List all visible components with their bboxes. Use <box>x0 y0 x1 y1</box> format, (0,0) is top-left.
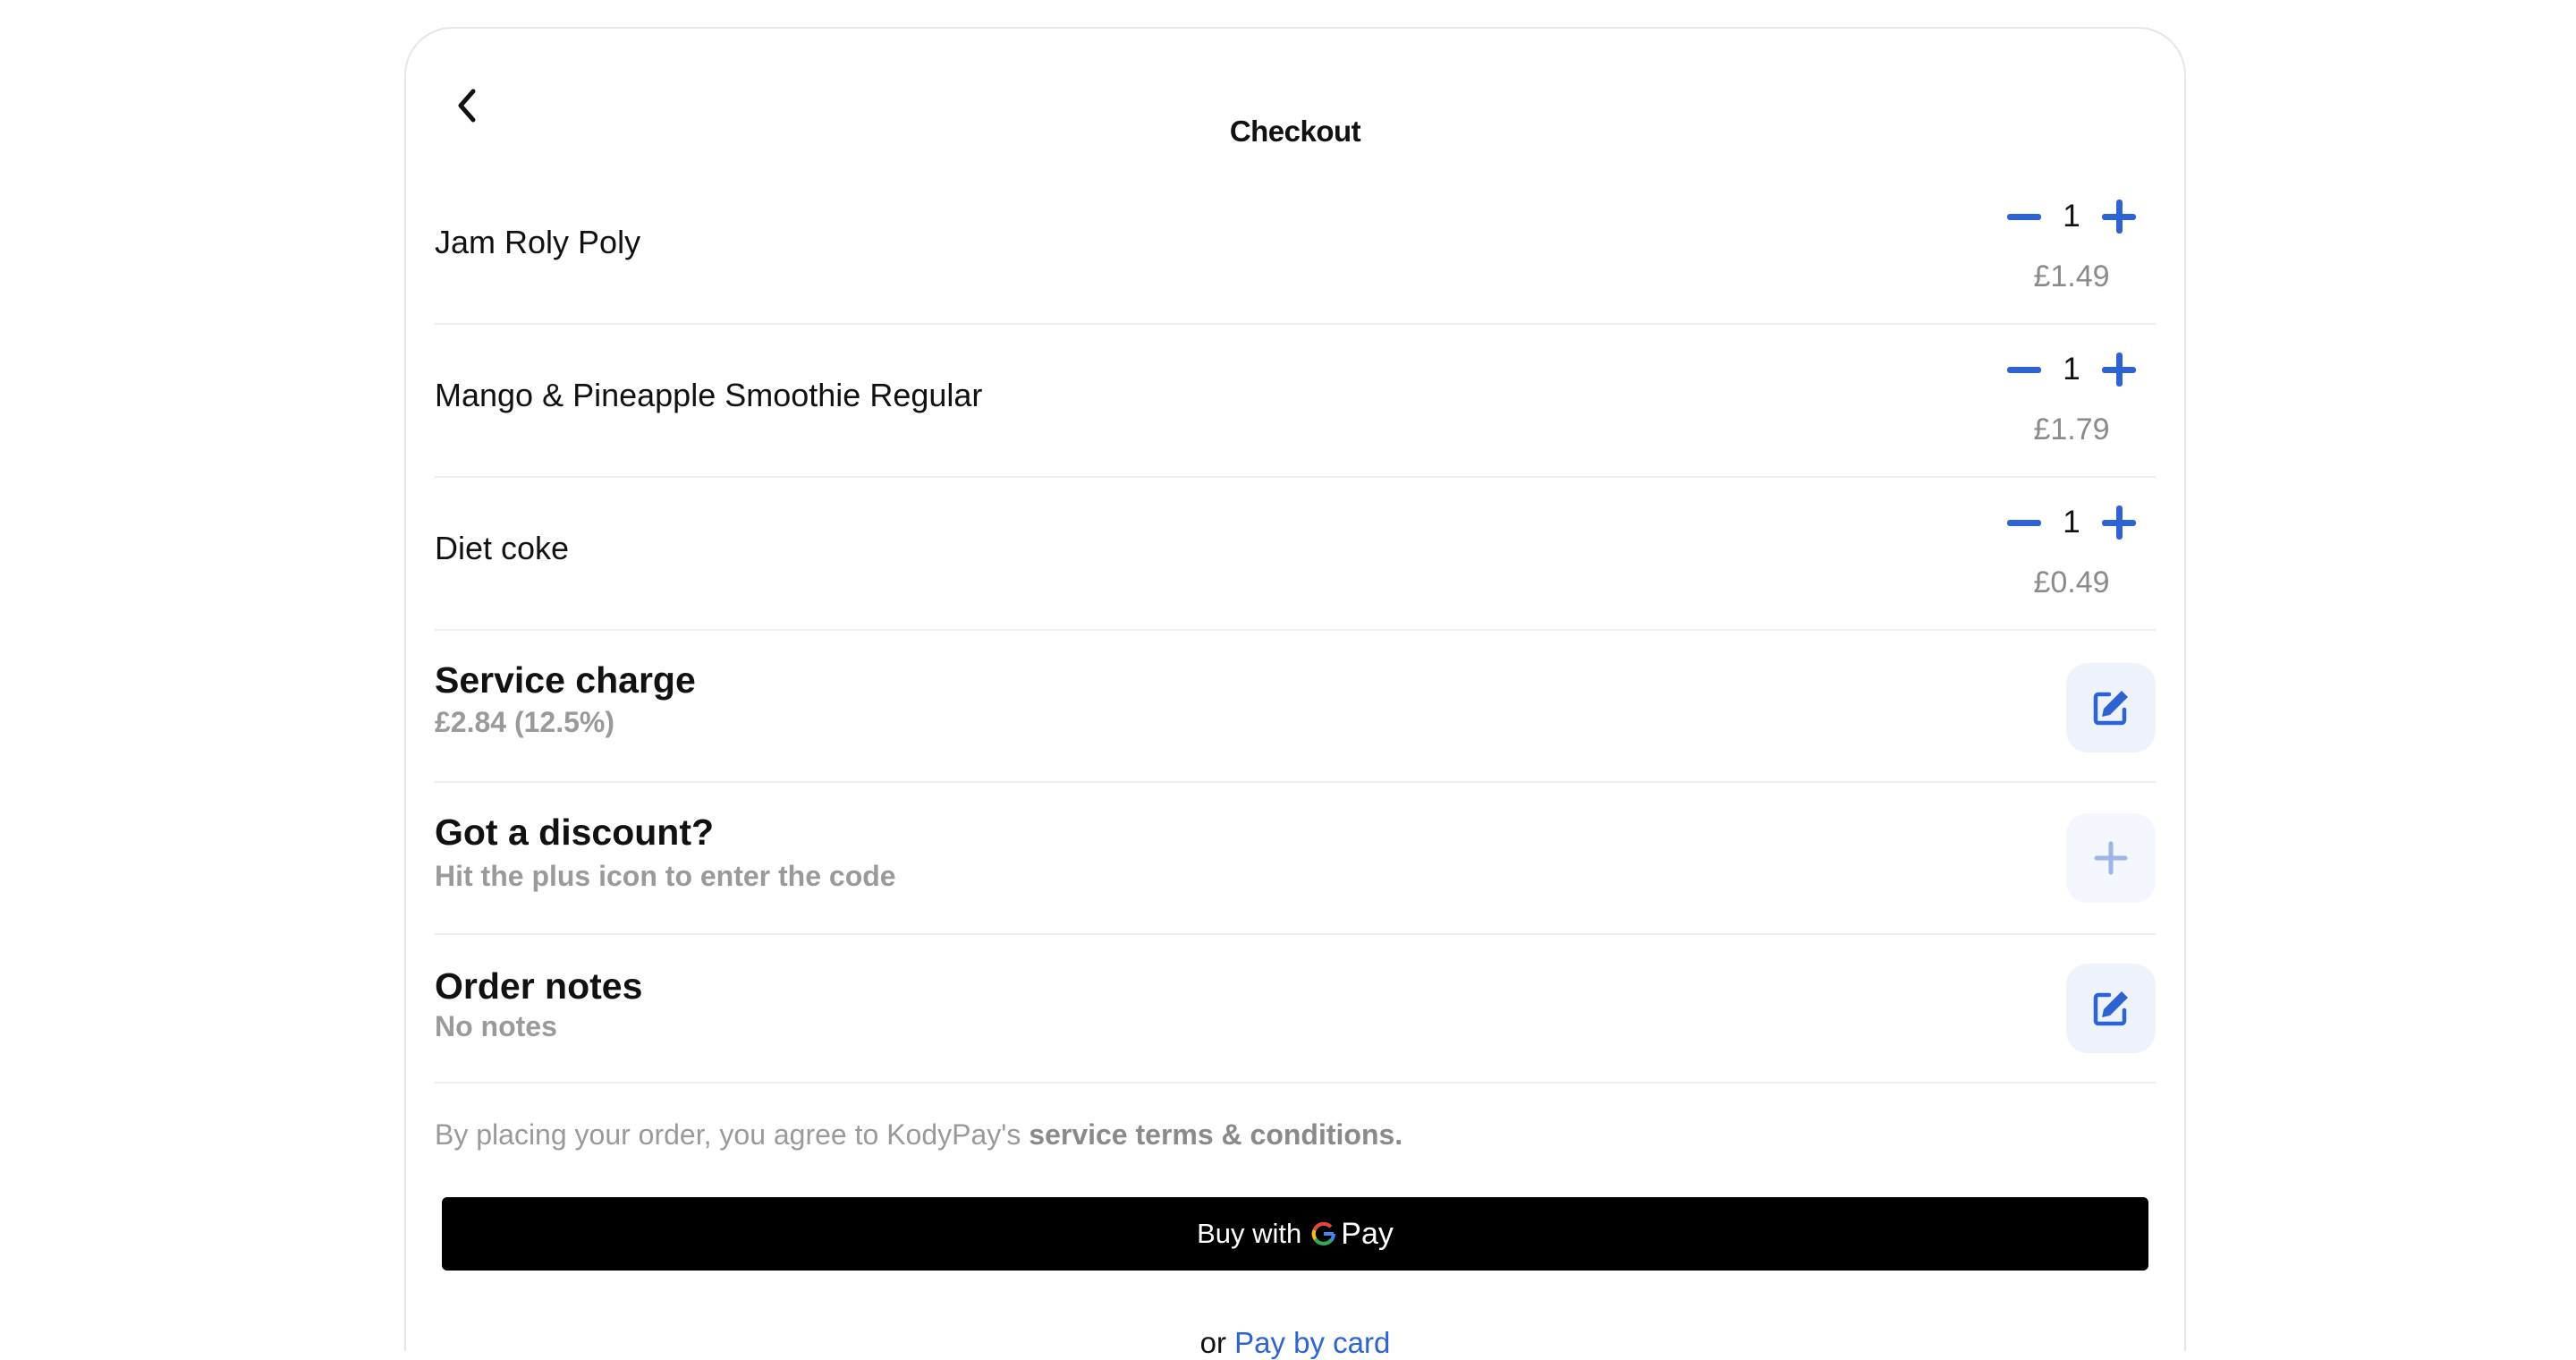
order-notes-label: Order notes <box>435 965 643 1007</box>
item-price: £1.79 <box>2033 412 2110 446</box>
plus-icon[interactable] <box>2100 504 2138 541</box>
item-name: Jam Roly Poly <box>435 224 641 260</box>
item-price: £0.49 <box>2033 565 2110 599</box>
order-notes-value: No notes <box>435 1010 557 1042</box>
item-name: Diet coke <box>435 530 570 566</box>
discount-hint: Hit the plus icon to enter the code <box>435 860 896 892</box>
quantity-value: 1 <box>2063 352 2080 387</box>
terms-text: By placing your order, you agree to Kody… <box>435 1118 1402 1152</box>
order-notes-row: Order notes No notes <box>435 935 2156 1084</box>
page-title: Checkout <box>1229 115 1361 148</box>
add-discount-button[interactable] <box>2066 813 2156 903</box>
item-name: Mango & Pineapple Smoothie Regular <box>435 377 983 413</box>
alt-prefix: or <box>1199 1326 1226 1359</box>
alt-payment: or Pay by card <box>406 1326 2184 1360</box>
minus-icon[interactable] <box>2005 198 2043 235</box>
plus-icon[interactable] <box>2100 351 2138 388</box>
minus-icon[interactable] <box>2005 351 2043 388</box>
edit-icon <box>2093 691 2128 726</box>
terms-link[interactable]: service terms & conditions. <box>1029 1118 1402 1151</box>
discount-label: Got a discount? <box>435 812 715 853</box>
discount-row: Got a discount? Hit the plus icon to ent… <box>435 783 2156 935</box>
pay-by-card-link[interactable]: Pay by card <box>1234 1326 1390 1359</box>
terms-prefix: By placing your order, you agree to Kody… <box>435 1118 1021 1151</box>
minus-icon[interactable] <box>2005 504 2043 541</box>
quantity-stepper: 1 <box>2005 191 2138 242</box>
google-pay-label: Pay <box>1341 1216 1394 1251</box>
edit-icon <box>2093 991 2128 1026</box>
cart-item: Mango & Pineapple Smoothie Regular 1 £1.… <box>435 325 2156 478</box>
edit-order-notes-button[interactable] <box>2066 964 2156 1053</box>
buy-with-label: Buy with <box>1197 1218 1302 1249</box>
google-g-icon <box>1312 1221 1336 1245</box>
item-price: £1.49 <box>2033 259 2110 293</box>
checkout-card: Checkout Jam Roly Poly 1 £1.49 Mango & P… <box>404 27 2186 1359</box>
cart-list: Jam Roly Poly 1 £1.49 Mango & Pineapple … <box>435 172 2156 1084</box>
cart-item: Diet coke 1 £0.49 <box>435 478 2156 631</box>
google-pay-button[interactable]: Buy with Pay <box>442 1197 2148 1271</box>
plus-icon <box>2094 841 2128 875</box>
quantity-stepper: 1 <box>2005 344 2138 395</box>
edit-service-charge-button[interactable] <box>2066 663 2156 752</box>
service-charge-value: £2.84 (12.5%) <box>435 706 615 738</box>
plus-icon[interactable] <box>2100 198 2138 235</box>
quantity-value: 1 <box>2063 199 2080 234</box>
cart-item: Jam Roly Poly 1 £1.49 <box>435 172 2156 325</box>
quantity-value: 1 <box>2063 505 2080 540</box>
quantity-stepper: 1 <box>2005 497 2138 548</box>
service-charge-row: Service charge £2.84 (12.5%) <box>435 631 2156 783</box>
service-charge-label: Service charge <box>435 659 696 701</box>
